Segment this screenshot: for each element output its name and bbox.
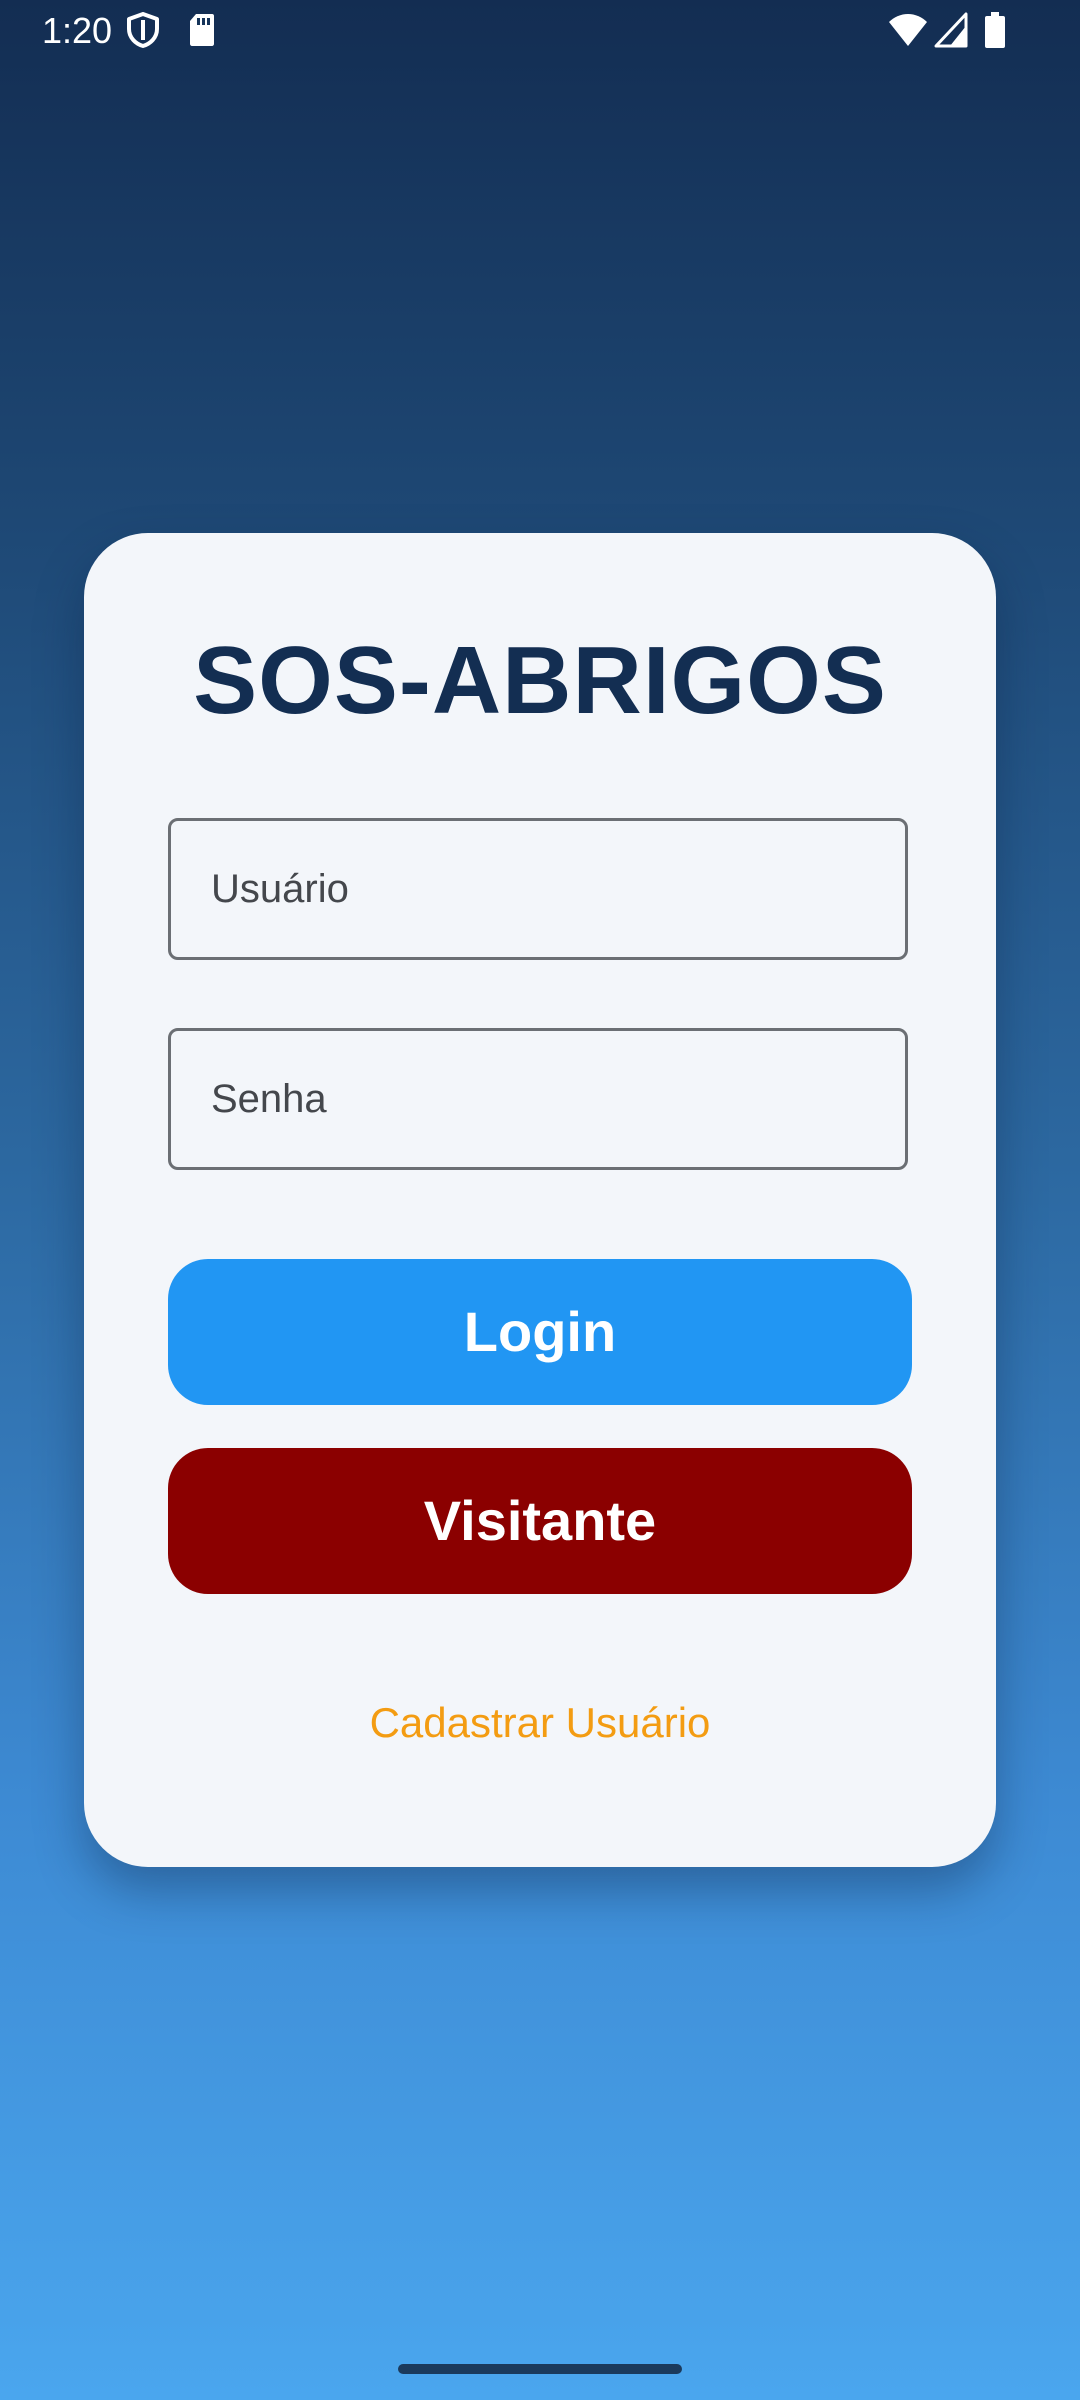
signal-icon	[934, 12, 968, 48]
wifi-icon	[889, 14, 927, 46]
status-time: 1:20	[42, 10, 113, 51]
home-indicator[interactable]	[398, 2364, 682, 2374]
login-card: SOS-ABRIGOS Usuário Senha Login Visitant…	[84, 533, 996, 1867]
visitor-button[interactable]: Visitante	[168, 1448, 912, 1594]
password-input[interactable]: Senha	[168, 1028, 908, 1170]
login-button[interactable]: Login	[168, 1259, 912, 1405]
username-input[interactable]: Usuário	[168, 818, 908, 960]
app-title: SOS-ABRIGOS	[193, 627, 887, 734]
sd-card-icon	[190, 14, 214, 46]
battery-icon	[985, 12, 1005, 48]
username-placeholder: Usuário	[211, 867, 349, 911]
password-placeholder: Senha	[211, 1077, 327, 1121]
register-user-link[interactable]: Cadastrar Usuário	[84, 1693, 996, 1753]
shield-icon	[127, 12, 159, 48]
status-bar: 1:20	[0, 0, 1080, 62]
